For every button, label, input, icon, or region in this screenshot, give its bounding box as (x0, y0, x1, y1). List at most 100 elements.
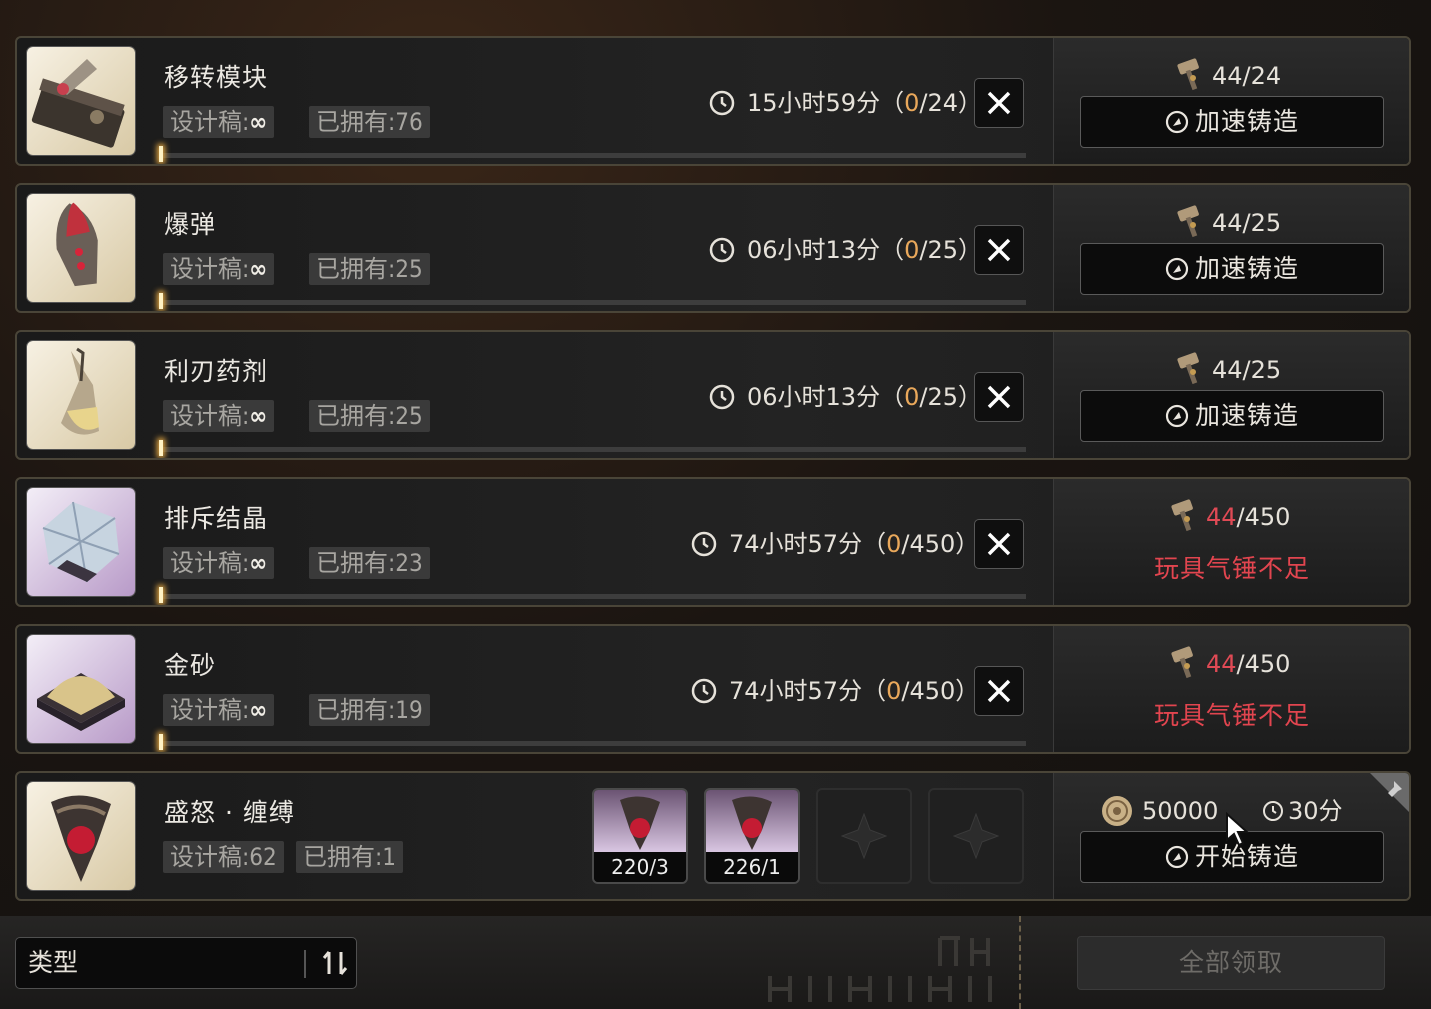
forge-row: 金砂 设计稿:∞ 已拥有:19 74小时57分（0/450） 44/450 玩具… (15, 624, 1411, 754)
module-icon (31, 59, 125, 148)
crystal-icon (42, 501, 120, 583)
item-thumbnail[interactable] (27, 47, 135, 155)
hammer-need: /25 (1242, 356, 1282, 384)
timer-text: 06小时13分（ (747, 383, 905, 411)
claim-all-button[interactable]: 全部领取 (1077, 936, 1385, 990)
timer-progress: 0 (904, 383, 920, 411)
forge-timer: 06小时13分（0/25） (709, 379, 982, 415)
bomb-icon (56, 202, 98, 287)
forge-timer: 74小时57分（0/450） (691, 526, 979, 562)
forge-row: 爆弹 设计稿:∞ 已拥有:25 06小时13分（0/25） 44/25 加速铸造 (15, 183, 1411, 313)
timer-total: /24） (919, 89, 982, 117)
sort-divider (304, 950, 306, 978)
decorative-runes (768, 936, 992, 1002)
hammer-have: 44 (1212, 209, 1243, 237)
empty-slot-icon (952, 812, 1000, 860)
forge-row: 移转模块 设计稿:∞ 已拥有:76 15小时59分（0/24） 44/24 加速… (15, 36, 1411, 166)
cancel-button[interactable] (974, 666, 1024, 716)
design-tag: 设计稿:62 (163, 841, 284, 873)
infinity-icon: ∞ (249, 696, 268, 724)
item-name: 金砂 (164, 651, 217, 680)
coin-amount: 50000 (1142, 797, 1219, 825)
close-icon (987, 238, 1011, 262)
owned-tag: 已拥有:19 (309, 694, 430, 726)
forge-row: 利刃药剂 设计稿:∞ 已拥有:25 06小时13分（0/25） 44/25 加速… (15, 330, 1411, 460)
timer-total: /25） (919, 383, 982, 411)
hammer-icon (1177, 352, 1199, 385)
hammer-need: /25 (1242, 209, 1282, 237)
progress-bar (159, 293, 1026, 309)
craft-row: 盛怒 · 缠缚 设计稿:62 已拥有:1 220/3 226/1 50000 3… (15, 771, 1411, 901)
infinity-icon: ∞ (249, 549, 268, 577)
item-thumbnail[interactable] (27, 488, 135, 596)
hammer-icon (1177, 205, 1199, 238)
footer-bar: 类型 全部领取 (0, 916, 1431, 1009)
material-slot[interactable]: 220/3 (592, 788, 688, 884)
timer-progress: 0 (886, 530, 902, 558)
speed-up-forge-button[interactable]: 加速铸造 (1080, 96, 1384, 148)
timer-total: /450） (901, 530, 980, 558)
item-name: 移转模块 (164, 63, 269, 92)
coin-icon (1102, 796, 1132, 826)
rage-bind-material-icon (620, 796, 660, 850)
craft-time: 30分 (1262, 793, 1343, 829)
empty-material-slot[interactable] (928, 788, 1024, 884)
hammer-need: /450 (1236, 503, 1291, 531)
progress-bar (159, 440, 1026, 456)
cancel-button[interactable] (974, 78, 1024, 128)
forge-timer: 06小时13分（0/25） (709, 232, 982, 268)
gold-sand-icon (37, 673, 125, 731)
sort-icon[interactable] (320, 948, 350, 978)
design-tag: 设计稿:∞ (163, 253, 275, 285)
material-slot[interactable]: 226/1 (704, 788, 800, 884)
infinity-icon: ∞ (249, 108, 268, 136)
item-thumbnail[interactable] (27, 194, 135, 302)
owned-tag: 已拥有:1 (296, 841, 404, 873)
close-icon (987, 679, 1011, 703)
timer-progress: 0 (886, 677, 902, 705)
forge-timer: 74小时57分（0/450） (691, 673, 979, 709)
item-thumbnail[interactable] (27, 341, 135, 449)
button-label: 加速铸造 (1194, 401, 1299, 430)
speed-up-forge-button[interactable]: 加速铸造 (1080, 390, 1384, 442)
infinity-icon: ∞ (249, 255, 268, 283)
speed-up-forge-button[interactable]: 加速铸造 (1080, 243, 1384, 295)
close-icon (987, 385, 1011, 409)
clock-icon (709, 90, 735, 116)
timer-text: 06小时13分（ (747, 236, 905, 264)
cancel-button[interactable] (974, 372, 1024, 422)
action-panel: 44/25 加速铸造 (1053, 332, 1409, 458)
pin-icon[interactable] (1370, 773, 1410, 813)
item-thumbnail[interactable] (27, 635, 135, 743)
hammer-have: 44 (1212, 356, 1243, 384)
cancel-button[interactable] (974, 225, 1024, 275)
timer-text: 74小时57分（ (729, 530, 887, 558)
item-name: 盛怒 · 缠缚 (164, 798, 295, 827)
action-panel: 44/25 加速铸造 (1053, 185, 1409, 311)
mouse-cursor-icon (1226, 812, 1250, 847)
timer-total: /25） (919, 236, 982, 264)
timer-text: 74小时57分（ (729, 677, 887, 705)
timer-progress: 0 (904, 236, 920, 264)
speed-up-icon (1165, 845, 1189, 869)
item-name: 排斥结晶 (164, 504, 269, 533)
design-tag: 设计稿:∞ (163, 400, 275, 432)
hammer-have: 44 (1212, 62, 1243, 90)
progress-bar (159, 146, 1026, 162)
empty-material-slot[interactable] (816, 788, 912, 884)
design-tag: 设计稿:∞ (163, 106, 275, 138)
progress-bar (159, 587, 1026, 603)
cancel-button[interactable] (974, 519, 1024, 569)
clock-icon (709, 384, 735, 410)
item-thumbnail[interactable] (27, 782, 135, 890)
button-label: 加速铸造 (1194, 254, 1299, 283)
hammer-need: /24 (1242, 62, 1282, 90)
timer-progress: 0 (904, 89, 920, 117)
design-label: 设计稿: (170, 108, 250, 136)
material-count: 220/3 (594, 852, 686, 882)
design-label: 设计稿: (170, 255, 250, 283)
hammer-icon (1177, 58, 1199, 91)
type-sort-dropdown[interactable]: 类型 (15, 937, 357, 989)
progress-spark (159, 293, 163, 309)
speed-up-icon (1165, 257, 1189, 281)
